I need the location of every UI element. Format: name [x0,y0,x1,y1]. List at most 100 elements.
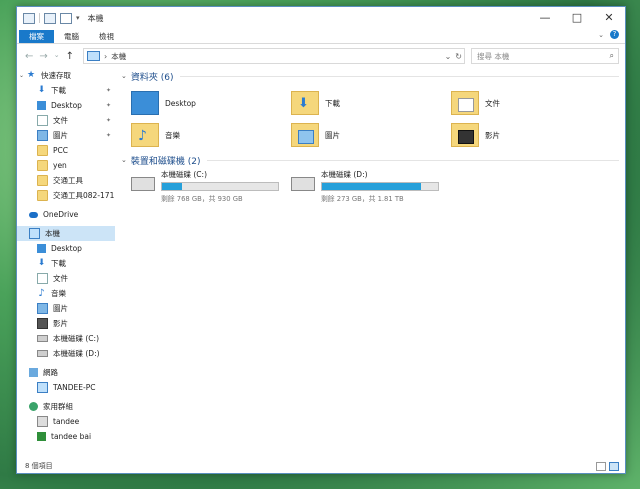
chevron-down-icon[interactable]: ⌄ [19,72,27,79]
folder-tile-pictures[interactable]: 圖片 [291,121,340,149]
folder-icon [37,175,48,186]
close-button[interactable]: ✕ [593,7,625,27]
drive-usage-fill [162,183,182,190]
sidebar-item-vehicles-082-171[interactable]: 交通工具082-171 9 [17,188,115,203]
sidebar-item-tandee-bai[interactable]: tandee bai [17,429,115,444]
sidebar-item-label: 快速存取 [41,70,71,80]
music-folder-icon: ♪ [131,123,159,147]
pc-icon [23,12,35,24]
tile-label: 圖片 [325,130,340,140]
sidebar-item-pcc[interactable]: PCC [17,143,115,158]
sidebar-item-label: 文件 [53,274,68,283]
properties-icon[interactable] [44,12,56,24]
tile-label: 下載 [325,98,340,108]
maximize-button[interactable]: □ [561,7,593,27]
folders-section-header[interactable]: ⌄ 資料夾 (6) [117,69,625,83]
folder-icon [37,190,48,201]
minimize-button[interactable]: — [529,7,561,27]
sidebar-item-pc-downloads[interactable]: ⬇ 下載 [17,256,115,271]
homegroup-icon [29,402,38,411]
drive-tile-c[interactable]: 本機磁碟 (C:) 剩餘 768 GB，共 930 GB [131,169,279,203]
details-view-icon[interactable] [596,461,606,471]
folder-tile-music[interactable]: ♪ 音樂 [131,121,180,149]
sidebar-item-this-pc[interactable]: 本機 [17,226,115,241]
recent-locations-icon[interactable]: ⌄ [54,51,60,62]
sidebar-item-label: 本機磁碟 (D:) [53,349,100,358]
tab-file[interactable]: 檔案 [19,30,54,43]
sidebar-item-label: tandee [53,417,80,426]
item-count: 8 個項目 [25,462,53,470]
sidebar-item-label: Desktop [51,244,82,253]
sidebar-item-label: 網路 [43,368,58,377]
pin-icon: ✦ [105,102,111,109]
sidebar-item-pc-music[interactable]: ♪ 音樂 [17,286,115,301]
pc-icon [87,51,100,61]
star-icon: ★ [27,69,36,80]
breadcrumb-chevron-icon[interactable]: › [104,52,107,61]
up-arrow-icon[interactable]: ↑ [66,51,74,62]
address-dropdown-icon[interactable]: ⌄ [445,52,452,61]
folder-tile-desktop[interactable]: Desktop [131,89,196,117]
folder-tile-downloads[interactable]: ⬇ 下載 [291,89,340,117]
sidebar-item-label: 本機磁碟 (C:) [53,334,99,343]
sidebar-item-tandee[interactable]: tandee [17,414,115,429]
status-bar: 8 個項目 [17,459,625,473]
refresh-icon[interactable]: ↻ [455,52,462,61]
sidebar-item-documents[interactable]: 文件 ✦ [17,113,115,128]
section-title: 裝置和磁碟機 (2) [130,156,201,167]
chevron-down-icon[interactable]: ⌄ [121,156,127,164]
back-arrow-icon[interactable]: ← [25,51,33,62]
address-bar[interactable]: › 本機 ⌄ ↻ [83,48,465,64]
sidebar-item-network[interactable]: 網路 [17,365,115,380]
sidebar-item-drive-d[interactable]: 本機磁碟 (D:) [17,346,115,361]
sidebar-item-homegroup[interactable]: 家用群組 [17,399,115,414]
sidebar-item-yen[interactable]: yen [17,158,115,173]
sidebar-item-label: tandee bai [51,432,92,441]
sidebar-item-label: 圖片 [53,131,68,140]
folder-tile-videos[interactable]: 影片 [451,121,500,149]
sidebar-item-label: TANDEE-PC [53,383,96,392]
tiles-view-icon[interactable] [609,461,619,471]
sidebar-item-desktop[interactable]: Desktop ✦ [17,98,115,113]
sidebar-item-pc-documents[interactable]: 文件 [17,271,115,286]
computer-icon [37,382,48,393]
sidebar-item-quick-access[interactable]: ⌄ ★ 快速存取 [17,67,115,83]
sidebar-item-drive-c[interactable]: 本機磁碟 (C:) [17,331,115,346]
desktop-icon [37,244,46,253]
documents-icon [37,115,48,126]
tab-computer[interactable]: 電腦 [54,30,89,43]
sidebar-item-label: 下載 [51,259,66,268]
sidebar-item-pc-desktop[interactable]: Desktop [17,241,115,256]
sidebar-item-vehicles[interactable]: 交通工具 [17,173,115,188]
sidebar-item-pc-pictures[interactable]: 圖片 [17,301,115,316]
chevron-down-icon[interactable]: ⌄ [121,72,127,80]
search-input[interactable]: 搜尋 本機 ⌕ [471,48,619,64]
customize-toolbar-icon[interactable]: ▾ [76,14,80,22]
window-title: 本機 [87,13,104,23]
drives-section-header[interactable]: ⌄ 裝置和磁碟機 (2) [117,153,625,167]
sidebar-item-tandee-pc[interactable]: TANDEE-PC [17,380,115,395]
folder-icon [37,145,48,156]
folder-tile-documents[interactable]: 文件 [451,89,500,117]
breadcrumb-this-pc[interactable]: 本機 [111,51,126,62]
expand-ribbon-icon[interactable]: ⌄ [598,31,604,39]
tab-view[interactable]: 檢視 [89,30,124,43]
tile-label: 文件 [485,98,500,108]
section-title: 資料夾 (6) [130,72,174,83]
sidebar-item-label: 音樂 [51,289,66,298]
pictures-icon [37,130,48,141]
sidebar-item-label: yen [53,161,67,170]
documents-icon [37,273,48,284]
tile-label: 影片 [485,130,500,140]
sidebar-item-onedrive[interactable]: OneDrive [17,207,115,222]
help-icon[interactable]: ? [610,30,619,39]
tile-label: 音樂 [165,130,180,140]
drive-usage-fill [322,183,421,190]
sidebar-item-downloads[interactable]: ⬇ 下載 ✦ [17,83,115,98]
sidebar-item-pictures[interactable]: 圖片 ✦ [17,128,115,143]
sidebar-item-pc-videos[interactable]: 影片 [17,316,115,331]
new-folder-icon[interactable] [60,12,72,24]
forward-arrow-icon[interactable]: → [39,51,47,62]
drive-tile-d[interactable]: 本機磁碟 (D:) 剩餘 273 GB，共 1.81 TB [291,169,439,203]
pin-icon: ✦ [105,132,111,139]
